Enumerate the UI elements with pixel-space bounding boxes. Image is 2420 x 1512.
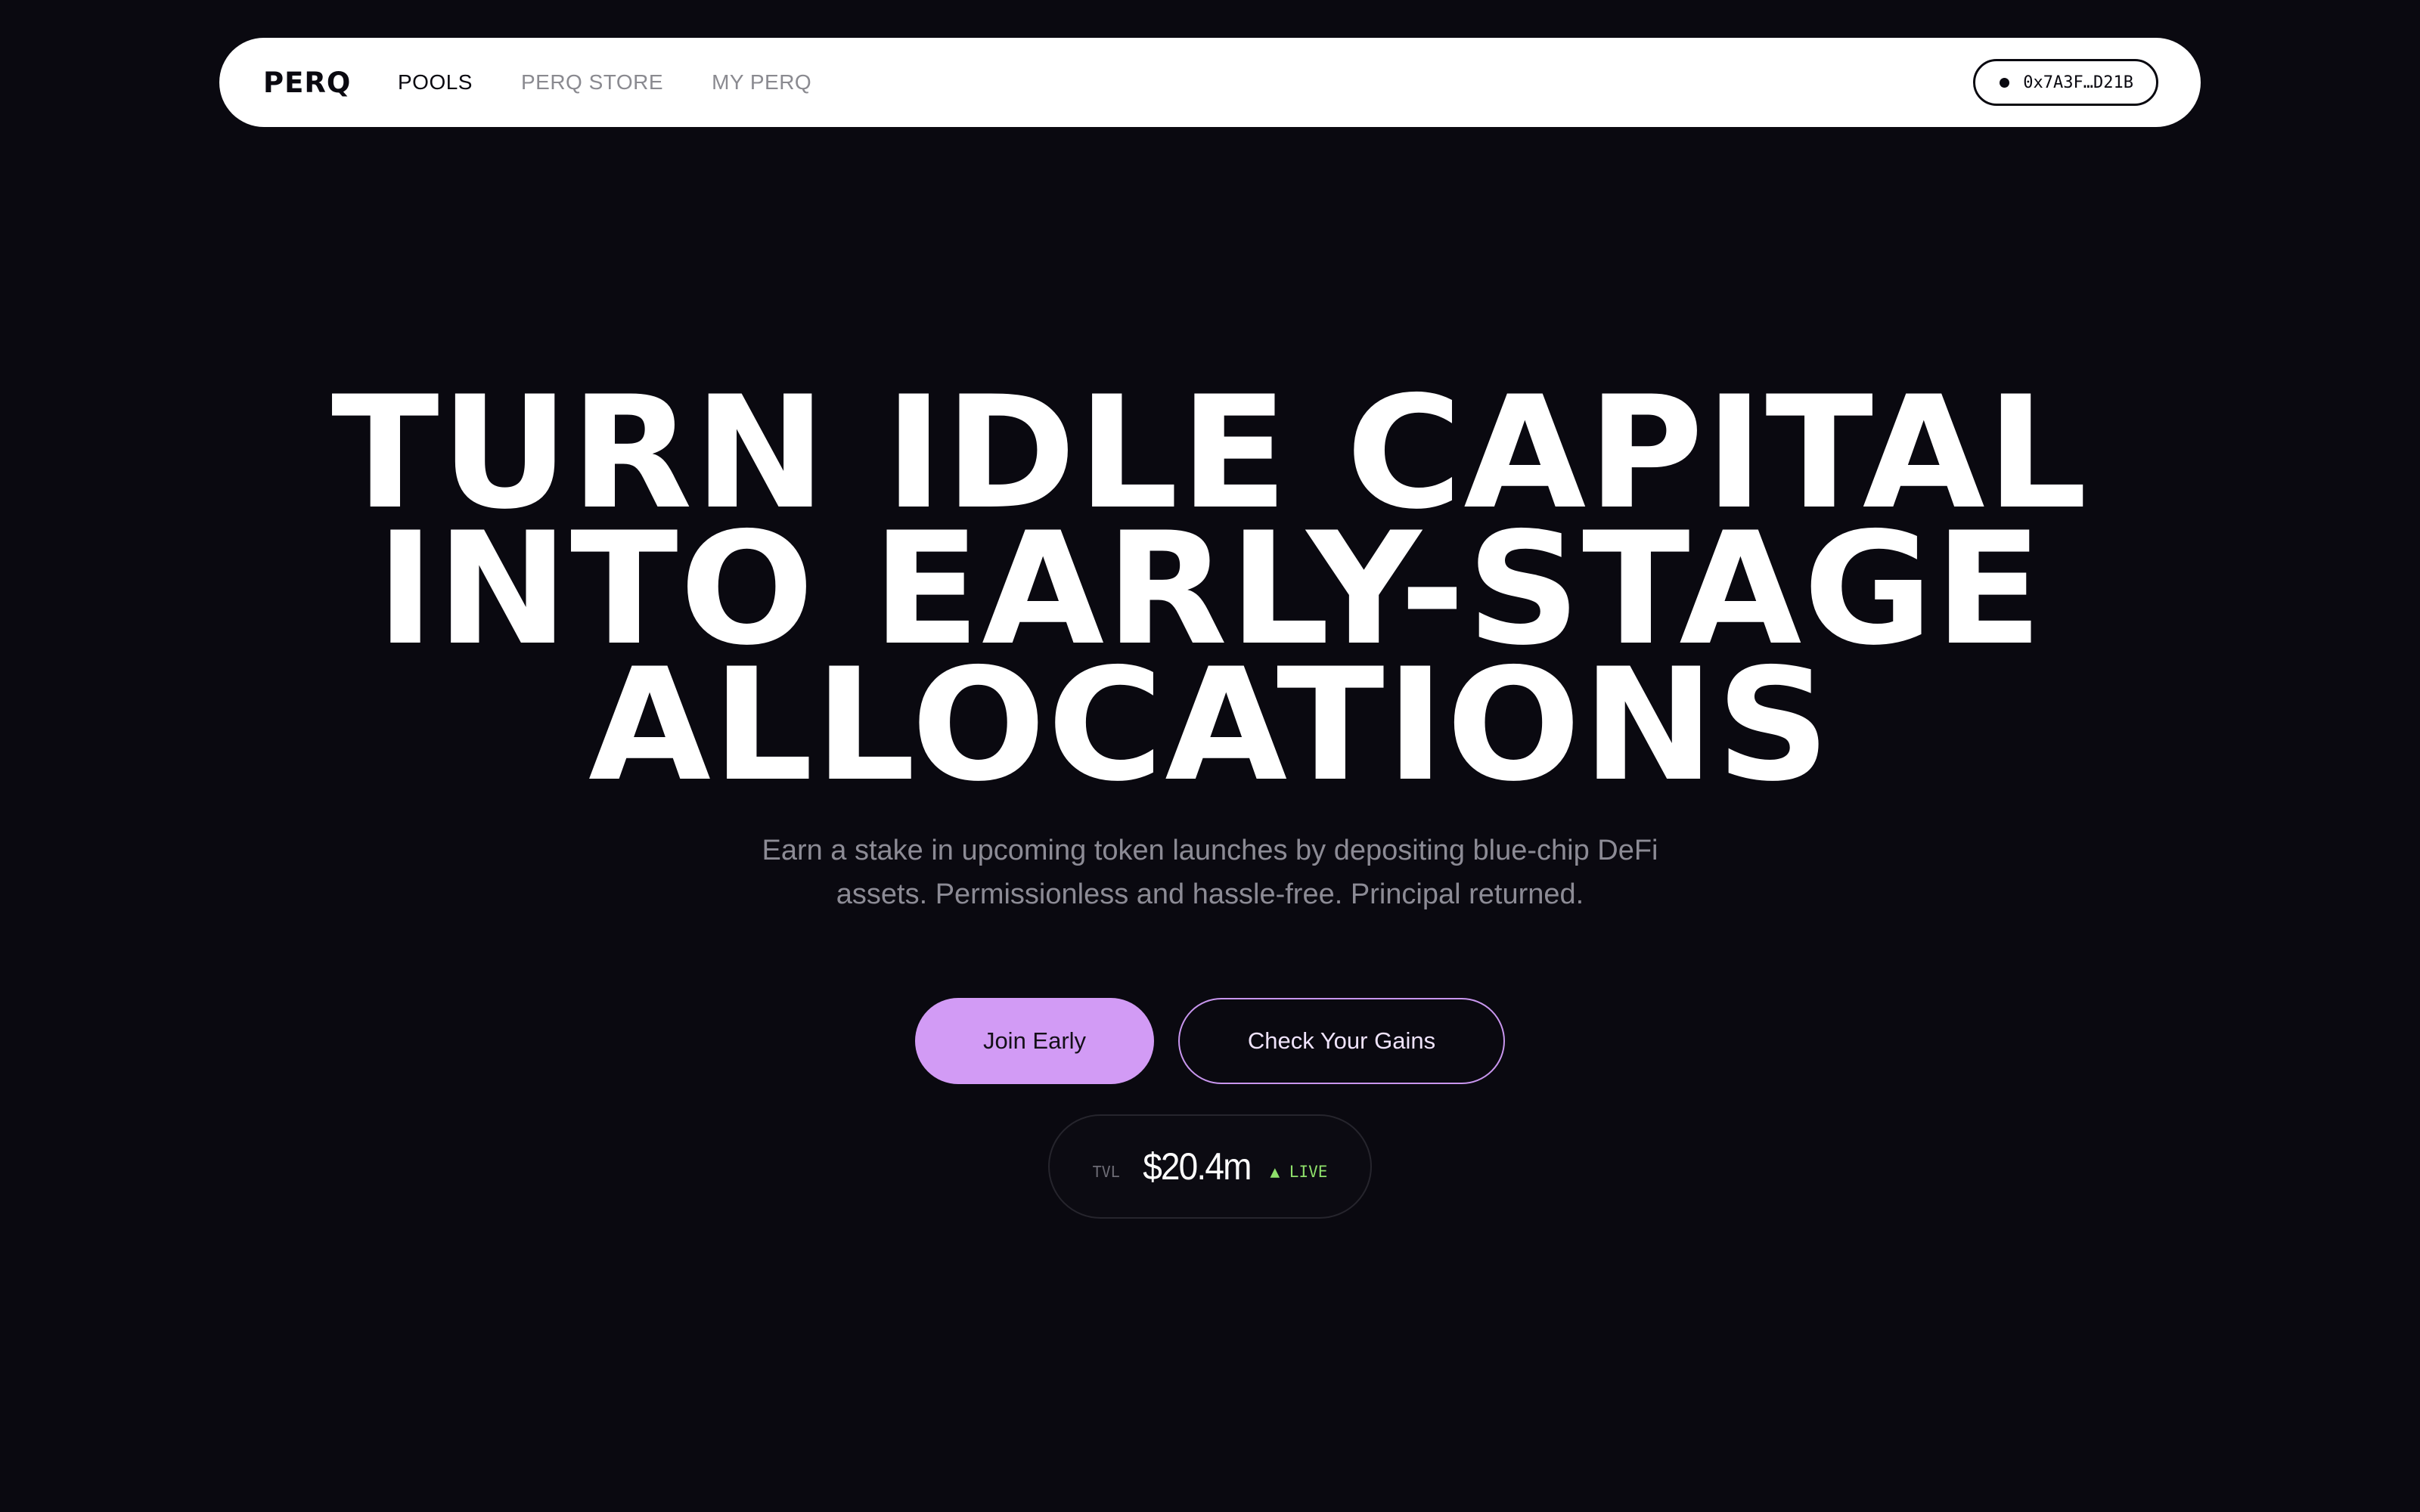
wallet-address: 0x7A3F…D21B xyxy=(2023,73,2133,92)
hero-subtitle: Earn a stake in upcoming token launches … xyxy=(0,829,2420,916)
hero-title-line-3: ALLOCATIONS xyxy=(588,636,1832,816)
tvl-badge: TVL $20.4m ▲ LIVE xyxy=(1048,1114,1372,1219)
wallet-status-dot-icon xyxy=(2000,77,2010,88)
nav-link-perq-store[interactable]: PERQ STORE xyxy=(521,70,663,94)
nav-link-pools[interactable]: POOLS xyxy=(398,70,473,94)
nav-link-my-perq[interactable]: MY PERQ xyxy=(712,70,811,94)
tvl-value: $20.4m xyxy=(1142,1145,1252,1188)
nav-links: POOLS PERQ STORE MY PERQ xyxy=(398,38,860,127)
hero-subtitle-line-1: Earn a stake in upcoming token launches … xyxy=(762,835,1658,866)
perq-logo[interactable]: PERQ xyxy=(263,38,351,127)
live-status-indicator: ▲ LIVE xyxy=(1270,1163,1328,1181)
check-your-gains-button[interactable]: Check Your Gains xyxy=(1178,998,1505,1084)
top-nav-bar: PERQ POOLS PERQ STORE MY PERQ 0x7A3F…D21… xyxy=(219,38,2201,127)
join-early-button[interactable]: Join Early xyxy=(915,998,1154,1084)
wallet-address-button[interactable]: 0x7A3F…D21B xyxy=(1973,59,2158,106)
tvl-label: TVL xyxy=(1092,1163,1120,1181)
hero-title: TURN IDLE CAPITAL INTO EARLY-STAGE ALLOC… xyxy=(0,376,2420,816)
hero-subtitle-line-2: assets. Permissionless and hassle-free. … xyxy=(836,878,1584,910)
